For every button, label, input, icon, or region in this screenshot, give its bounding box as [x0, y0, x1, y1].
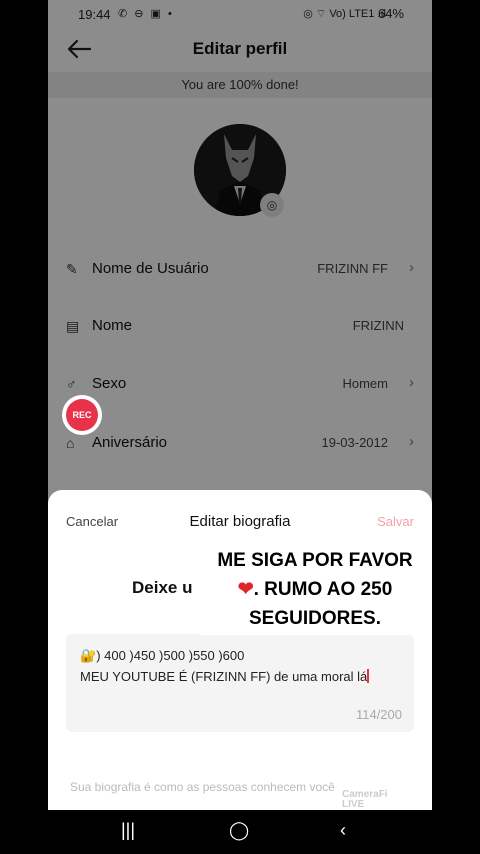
back-nav-icon[interactable]: ‹ [340, 820, 346, 841]
char-counter: 114/200 [355, 707, 402, 722]
bio-hint: Deixe u [132, 578, 193, 597]
edit-bio-sheet: Cancelar Editar biografia Salvar Deixe u… [48, 490, 432, 810]
recent-apps-icon[interactable]: ||| [121, 820, 135, 841]
bio-emoji-line: 🔐) 400 )450 )500 )550 )600 [80, 648, 245, 663]
rec-button[interactable]: REC [62, 395, 102, 435]
sheet-title: Editar biografia [189, 513, 291, 530]
home-icon[interactable]: ◯ [229, 820, 249, 841]
watermark: CameraFi LIVE [342, 789, 388, 810]
lock-icon: 🔐 [80, 648, 97, 663]
heart-icon: ❤ [237, 579, 254, 600]
overlay-line: ME SIGA POR FAVOR [217, 550, 413, 571]
overlay-line: SEGUIDORES. [249, 608, 381, 629]
text-cursor [367, 669, 370, 683]
sticker-text-overlay: ME SIGA POR FAVOR ❤. RUMO AO 250 SEGUIDO… [198, 544, 432, 635]
bio-textarea[interactable]: 🔐) 400 )450 )500 )550 )600 MEU YOUTUBE É… [66, 634, 414, 732]
bio-text: MEU YOUTUBE É (FRIZINN FF) de uma moral … [80, 669, 370, 684]
bio-footer-note: Sua biografia é como as pessoas conhecem… [70, 780, 335, 794]
overlay-line-2: ❤. RUMO AO 250 [237, 579, 393, 600]
phone-screen: 19:44 ✆ ⊖ ▣ • ◎ ⌔ Vo) LTE1 .ıl 64% Edita… [48, 0, 432, 810]
save-button[interactable]: Salvar [377, 514, 414, 529]
navigation-bar: ||| ◯ ‹ [0, 810, 480, 854]
